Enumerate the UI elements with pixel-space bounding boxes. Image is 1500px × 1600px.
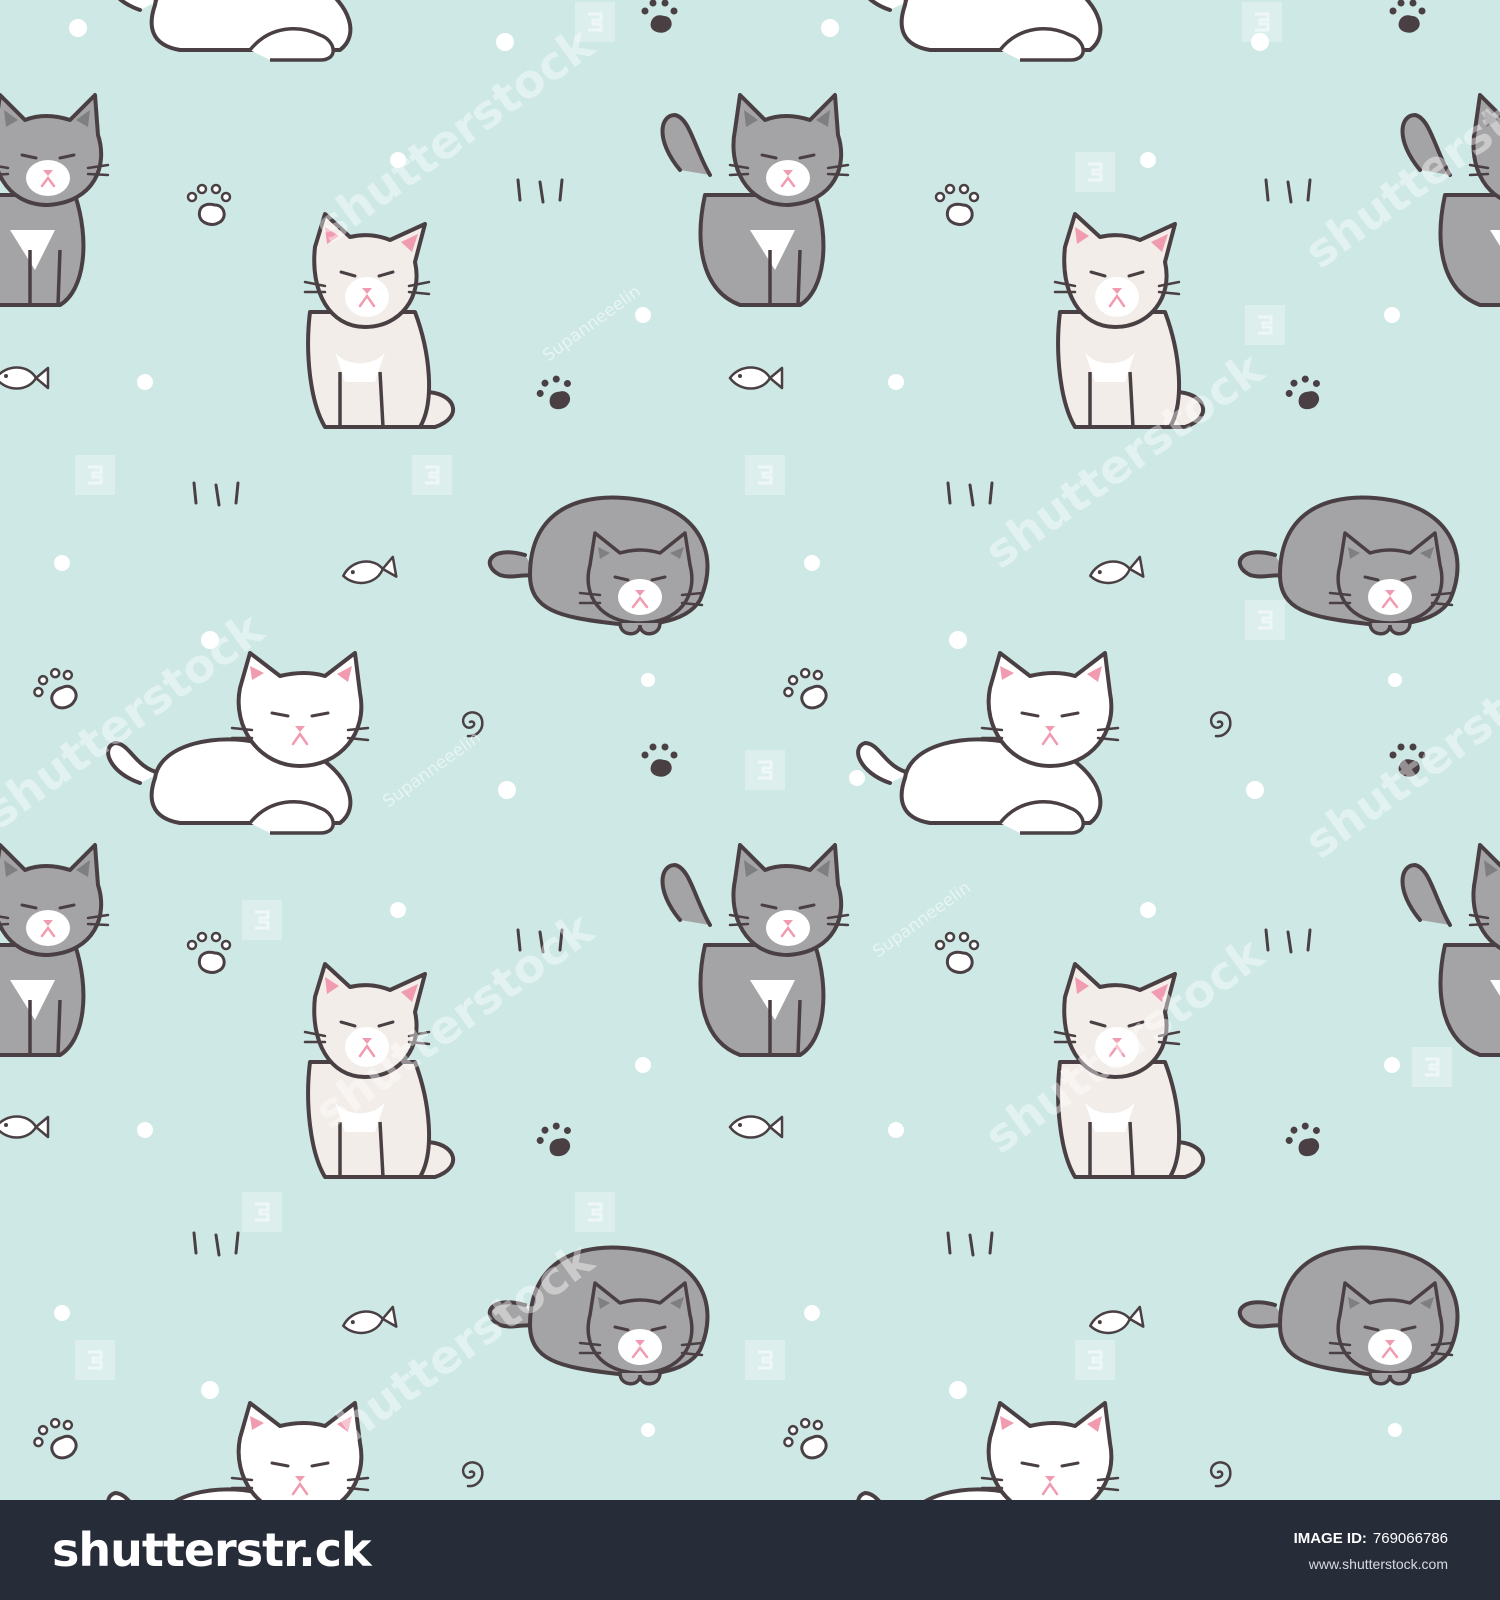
site-url[interactable]: www.shutterstock.com (1309, 1556, 1448, 1572)
pattern-image: shutterstock shutterstock shutterstock s… (0, 0, 1500, 1500)
image-id-value: 769066786 (1372, 1530, 1448, 1547)
stock-footer-bar: shutterstr.ck IMAGE ID: 769066786 www.shu… (0, 1500, 1500, 1600)
image-id-row: IMAGE ID: 769066786 (1294, 1530, 1448, 1547)
image-id-label: IMAGE ID: (1293, 1530, 1367, 1547)
cat-pattern-artwork: shutterstock shutterstock shutterstock s… (0, 0, 1500, 1500)
shutterstock-logo[interactable]: shutterstr.ck (52, 1522, 372, 1578)
